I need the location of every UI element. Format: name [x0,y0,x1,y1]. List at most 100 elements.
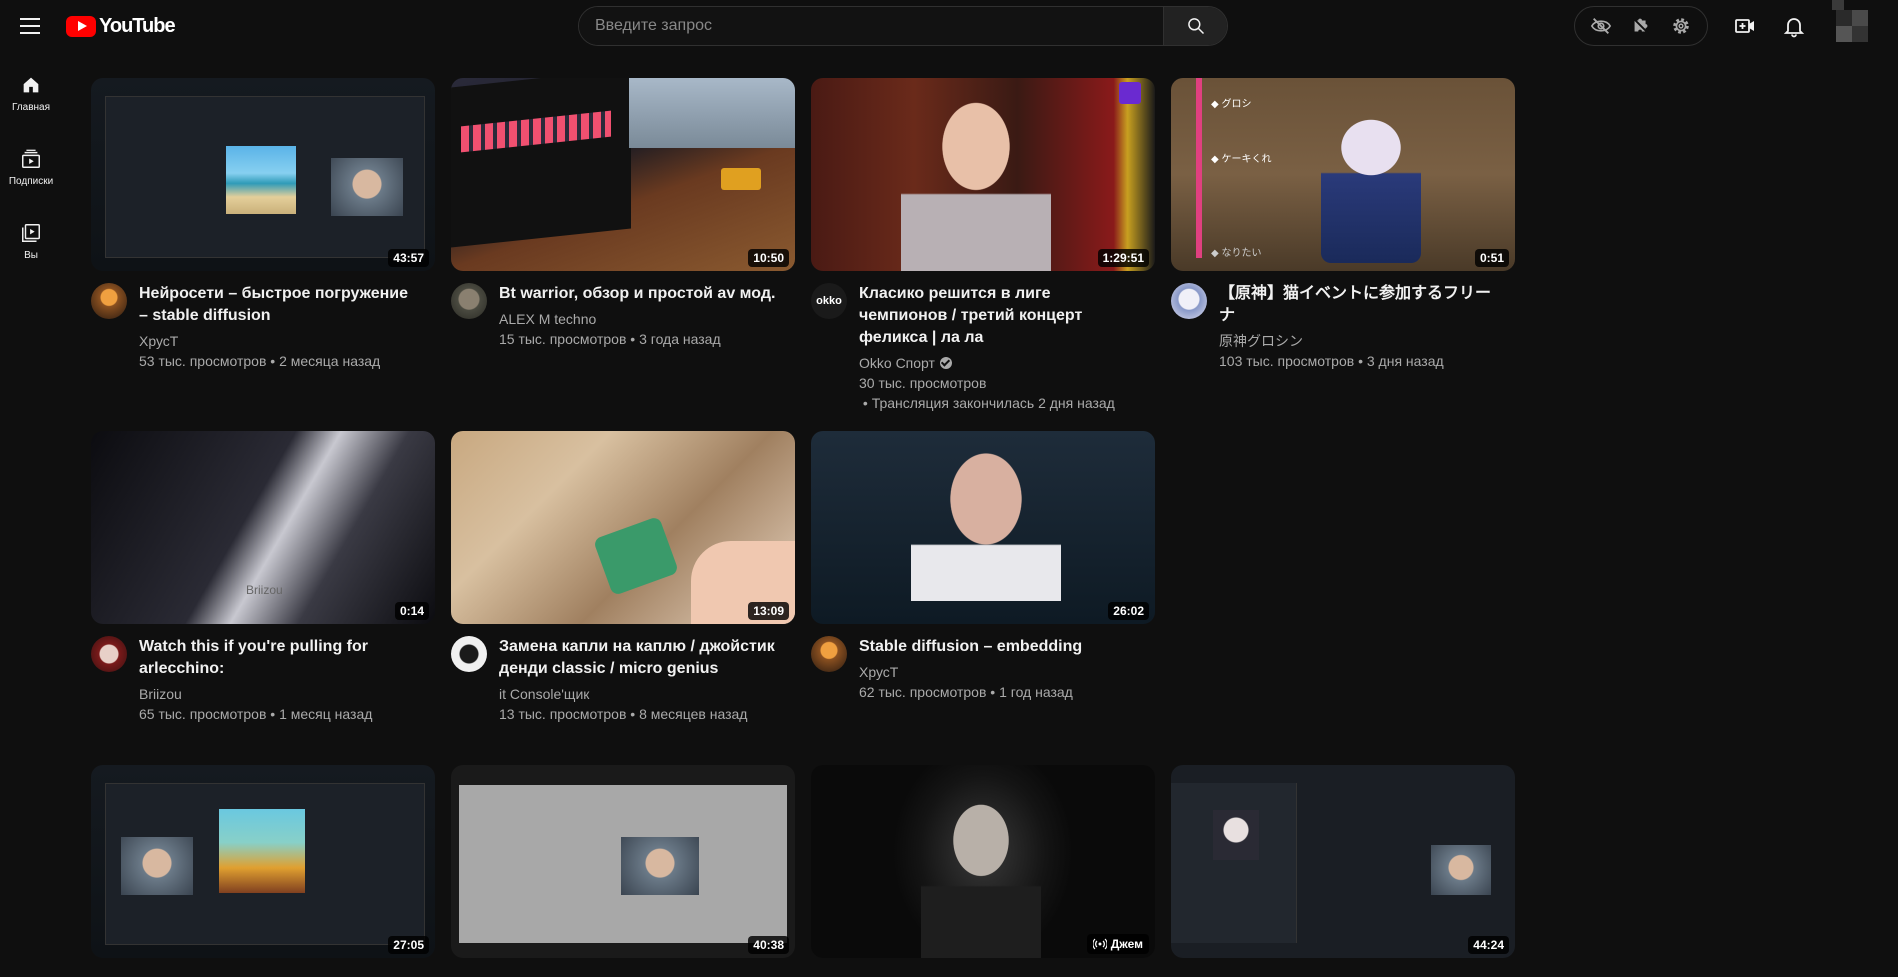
gear-icon[interactable] [1665,10,1697,42]
duration-badge: 13:09 [748,602,789,620]
video-title[interactable]: Bt warrior, обзор и простой av мод. [499,283,779,305]
thumbnail-car-image [219,809,305,893]
channel-name[interactable]: Okko Спорт [859,353,1139,373]
upload-age: Трансляция закончилась 2 дня назад [871,395,1115,411]
duration-badge: 44:24 [1468,936,1509,954]
video-stats: 62 тыс. просмотров • 1 год назад [859,684,1073,700]
channel-avatar[interactable] [91,636,127,672]
video-thumbnail[interactable]: 40:38 [451,765,795,958]
menu-icon[interactable] [17,13,43,39]
top-bar: YouTube [0,0,1898,52]
video-card: 26:02 Stable diffusion – embedding ХрусТ… [811,431,1155,702]
channel-avatar-text: okko [816,295,842,307]
video-thumbnail[interactable]: Briizou 0:14 [91,431,435,624]
youtube-logo[interactable]: YouTube [66,14,176,38]
view-count: 53 тыс. просмотров [139,353,267,369]
channel-avatar[interactable]: okko [811,283,847,319]
channel-name-text: ХрусТ [139,333,179,349]
thumbnail-city-photo [629,78,795,148]
thumbnail-caption: ◆ グロシ [1211,99,1252,110]
upload-age: 1 месяц назад [279,706,373,722]
logo-text: YouTube [99,14,176,37]
view-count: 13 тыс. просмотров [499,706,627,722]
channel-name-text: Okko Спорт [859,355,935,371]
video-title[interactable]: Класико решится в лиге чемпионов / трети… [859,283,1139,349]
channel-avatar[interactable] [451,636,487,672]
video-thumbnail[interactable]: 10:50 [451,78,795,271]
upload-age: 2 месяца назад [279,353,381,369]
video-meta: okko Класико решится в лиге чемпионов / … [811,283,1155,413]
video-thumbnail[interactable]: ◆ グロシ ◆ ケーキくれ ◆ なりたい 0:51 [1171,78,1515,271]
video-thumbnail[interactable]: 44:24 [1171,765,1515,958]
video-stats: 15 тыс. просмотров • 3 года назад [499,331,721,347]
channel-avatar[interactable] [1171,283,1207,319]
duration-badge: 0:14 [394,602,429,620]
video-title[interactable]: Stable diffusion – embedding [859,636,1139,658]
video-card: 27:05 [91,765,435,958]
video-stats: 103 тыс. просмотров • 3 дня назад [1219,353,1444,369]
channel-avatar[interactable] [91,283,127,319]
thumbnail-ui-panel [1171,783,1297,943]
channel-name[interactable]: ХрусТ [859,662,1139,682]
duration-badge: 27:05 [388,936,429,954]
youtube-play-icon [66,15,96,37]
search-button[interactable] [1163,7,1227,45]
eye-off-icon[interactable] [1585,10,1617,42]
sidebar-item-subscriptions[interactable]: Подписки [0,130,62,204]
video-title[interactable]: Замена капли на каплю / джойстик денди c… [499,636,779,680]
video-meta: Watch this if you're pulling for arlecch… [91,636,435,724]
thumbnail-character-image [1213,810,1259,860]
thumbnail-webcam [1431,845,1491,895]
search-icon [1187,18,1204,35]
video-stats: 53 тыс. просмотров • 2 месяца назад [139,353,381,369]
video-thumbnail[interactable]: Джем [811,765,1155,958]
channel-name-text: 原神グロシン [1219,333,1303,349]
create-video-button[interactable] [1729,10,1761,42]
extension-toolbar [1574,6,1708,46]
channel-name-text: Briizou [139,686,182,702]
search-input[interactable] [579,7,1163,45]
channel-name[interactable]: 原神グロシン [1219,331,1499,351]
sidebar-item-you[interactable]: Вы [0,204,62,278]
video-stats: 13 тыс. просмотров • 8 месяцев назад [499,706,748,722]
video-thumbnail[interactable]: 43:57 [91,78,435,271]
thumbnail-caption: ◆ ケーキくれ [1211,154,1272,165]
channel-avatar[interactable] [811,636,847,672]
thumbnail-caption: ◆ なりたい [1211,248,1262,259]
video-title[interactable]: Watch this if you're pulling for arlecch… [139,636,419,680]
channel-name[interactable]: ALEX M techno [499,309,779,329]
channel-name-text: ALEX M techno [499,311,597,327]
video-title[interactable]: Нейросети – быстрое погружение – stable … [139,283,419,327]
video-thumbnail[interactable]: 26:02 [811,431,1155,624]
channel-avatar[interactable] [451,283,487,319]
channel-name[interactable]: Briizou [139,684,419,704]
view-count: 15 тыс. просмотров [499,331,627,347]
sidebar-item-home[interactable]: Главная [0,56,62,130]
thumbnail-cartridge [721,168,761,190]
video-thumbnail[interactable]: 1:29:51 [811,78,1155,271]
thumbnail-pcb [592,515,680,597]
channel-name[interactable]: ХрусТ [139,331,419,351]
thumbnail-pink-bar [1196,78,1202,258]
video-thumbnail[interactable]: 27:05 [91,765,435,958]
account-avatar[interactable] [1832,0,1868,42]
duration-badge: 0:51 [1474,249,1509,267]
video-card: 10:50 Bt warrior, обзор и простой av мод… [451,78,795,349]
live-badge: Джем [1086,934,1149,954]
notifications-button[interactable] [1778,10,1810,42]
verified-icon [939,357,952,369]
video-card: 43:57 Нейросети – быстрое погружение – s… [91,78,435,371]
live-badge-label: Джем [1110,937,1143,951]
video-thumbnail[interactable]: 13:09 [451,431,795,624]
video-title[interactable]: 【原神】猫イベントに参加するフリーナ [1219,283,1499,327]
thumbnail-watermark: Briizou [246,583,283,597]
video-stats: 30 тыс. просмотров • Трансляция закончил… [859,375,1115,411]
subscriptions-icon [22,149,40,168]
thumbnail-screen-text [461,110,611,153]
puzzle-icon[interactable] [1625,10,1657,42]
channel-name[interactable]: it Console'щик [499,684,779,704]
upload-age: 1 год назад [999,684,1073,700]
channel-name-text: it Console'щик [499,686,590,702]
video-stats: 65 тыс. просмотров • 1 месяц назад [139,706,373,722]
duration-badge: 43:57 [388,249,429,267]
